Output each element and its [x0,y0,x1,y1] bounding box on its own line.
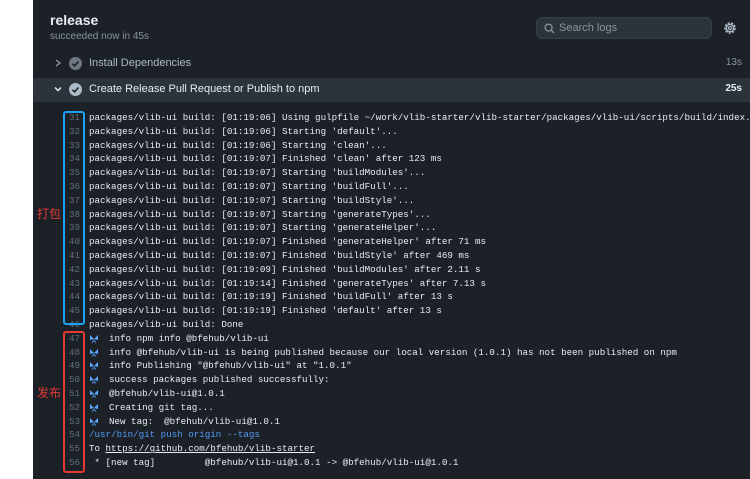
annotation-publish: 发布 [37,386,62,400]
build-lines-highlight [63,111,85,325]
log-line: 48 info @bfehub/vlib-ui is being publishe… [33,346,750,360]
log-line: 31 packages/vlib-ui build: [01:19:06] Usi… [33,111,750,125]
log-line: 35 packages/vlib-ui build: [01:19:07] Sta… [33,166,750,180]
step-duration: 25s [725,83,742,94]
log-text: packages/vlib-ui build: [01:19:07] Start… [89,181,409,192]
search-logs-input[interactable]: Search logs [536,17,712,39]
log-line: 45 packages/vlib-ui build: [01:19:19] Fin… [33,304,750,318]
step-create-release[interactable]: Create Release Pull Request or Publish t… [33,78,750,102]
log-text: packages/vlib-ui build: [01:19:06] Start… [89,125,398,137]
log-text: packages/vlib-ui build: [01:19:07] Start… [89,194,415,206]
log-text: packages/vlib-ui build: [01:19:14] Finis… [89,277,486,289]
step-install-dependencies[interactable]: Install Dependencies 13s [33,52,750,76]
log-text: info Publishing "@bfehub/vlib-ui" at "1.… [109,360,352,372]
check-circle-icon [69,57,82,70]
job-status: succeeded now in 45s [50,31,149,42]
log-line: 46 packages/vlib-ui build: Done [33,318,750,332]
log-line: 33 packages/vlib-ui build: [01:19:06] Sta… [33,139,750,153]
log-text: packages/vlib-ui build: [01:19:07] Finis… [89,153,442,165]
log-text: * [new tag] @bfehub/vlib-ui@1.0.1 -> @bf… [89,457,459,468]
log-text: info npm info @bfehub/vlib-ui [109,332,269,344]
search-icon [544,23,555,34]
butterfly-icon [90,348,98,357]
log-line: 49 info Publishing "@bfehub/vlib-ui" at "… [33,359,750,373]
log-line: 34 packages/vlib-ui build: [01:19:07] Fin… [33,152,750,166]
publish-lines-highlight [63,331,85,473]
log-text: packages/vlib-ui build: [01:19:07] Start… [89,208,431,220]
log-text: success packages published successfully: [109,374,330,386]
butterfly-icon [90,362,98,371]
log-text: packages/vlib-ui build: [01:19:07] Start… [89,167,426,179]
log-text: packages/vlib-ui build: [01:19:09] Finis… [89,263,481,275]
chevron-right-icon [55,59,62,67]
log-text: packages/vlib-ui build: [01:19:19] Finis… [89,291,453,303]
log-line: 32 packages/vlib-ui build: [01:19:06] Sta… [33,125,750,139]
butterfly-icon [90,403,98,412]
job-title: release [50,12,99,28]
log-line: 38 packages/vlib-ui build: [01:19:07] Sta… [33,208,750,222]
annotation-pack: 打包 [37,207,62,221]
log-text: packages/vlib-ui build: [01:19:19] Finis… [89,305,442,317]
gear-icon[interactable] [722,20,738,36]
log-text: packages/vlib-ui build: Done [89,319,244,330]
butterfly-icon [90,417,98,426]
log-line: 47 info npm info @bfehub/vlib-ui [33,332,750,346]
workflow-log-panel: release succeeded now in 45s Search logs… [33,0,750,479]
log-text: packages/vlib-ui build: [01:19:06] Using… [89,112,750,123]
butterfly-icon [90,376,98,385]
log-line: 39 packages/vlib-ui build: [01:19:07] Sta… [33,221,750,235]
search-placeholder: Search logs [559,22,618,34]
log-line: 52 Creating git tag... [33,401,750,415]
log-line: 55 To https://github.com/bfehub/vlib-star… [33,442,750,456]
log-text: /usr/bin/git push origin --tags [89,429,260,441]
log-text: packages/vlib-ui build: [01:19:07] Finis… [89,250,470,261]
log-line: 40 packages/vlib-ui build: [01:19:07] Fin… [33,235,750,249]
log-line: 36 packages/vlib-ui build: [01:19:07] Sta… [33,180,750,194]
log-line: 56 * [new tag] @bfehub/vlib-ui@1.0.1 -> … [33,456,750,470]
repo-link[interactable]: https://github.com/bfehub/vlib-starter [106,443,316,454]
log-line: 53 New tag: @bfehub/vlib-ui@1.0.1 [33,415,750,429]
step-name: Create Release Pull Request or Publish t… [89,83,320,95]
log-text: @bfehub/vlib-ui@1.0.1 [109,388,225,399]
log-line: 41 packages/vlib-ui build: [01:19:07] Fin… [33,249,750,263]
chevron-down-icon [54,87,62,92]
log-line: 54/usr/bin/git push origin --tags [33,428,750,442]
log-line: 50 success packages published successfull… [33,373,750,387]
log-line: 44 packages/vlib-ui build: [01:19:19] Fin… [33,290,750,304]
step-name: Install Dependencies [89,57,192,69]
log-line: 37 packages/vlib-ui build: [01:19:07] Sta… [33,194,750,208]
log-line: 42 packages/vlib-ui build: [01:19:09] Fin… [33,263,750,277]
log-text: packages/vlib-ui build: [01:19:06] Start… [89,139,387,151]
log-line: 51 @bfehub/vlib-ui@1.0.1 [33,387,750,401]
butterfly-icon [90,390,98,398]
log-text: packages/vlib-ui build: [01:19:07] Start… [89,222,437,234]
check-circle-icon [69,83,82,96]
log-text: packages/vlib-ui build: [01:19:07] Finis… [89,236,486,248]
log-text: Creating git tag... [109,401,214,413]
log-text-prefix: To [89,443,106,455]
butterfly-icon [90,334,98,343]
log-line: 43 packages/vlib-ui build: [01:19:14] Fin… [33,277,750,291]
log-text: To https://github.com/bfehub/vlib-starte… [89,442,315,456]
log-text: info @bfehub/vlib-ui is being published … [109,346,677,358]
log-text: New tag: @bfehub/vlib-ui@1.0.1 [109,415,280,427]
job-header: release succeeded now in 45s Search logs [33,0,750,50]
step-duration: 13s [725,57,742,68]
